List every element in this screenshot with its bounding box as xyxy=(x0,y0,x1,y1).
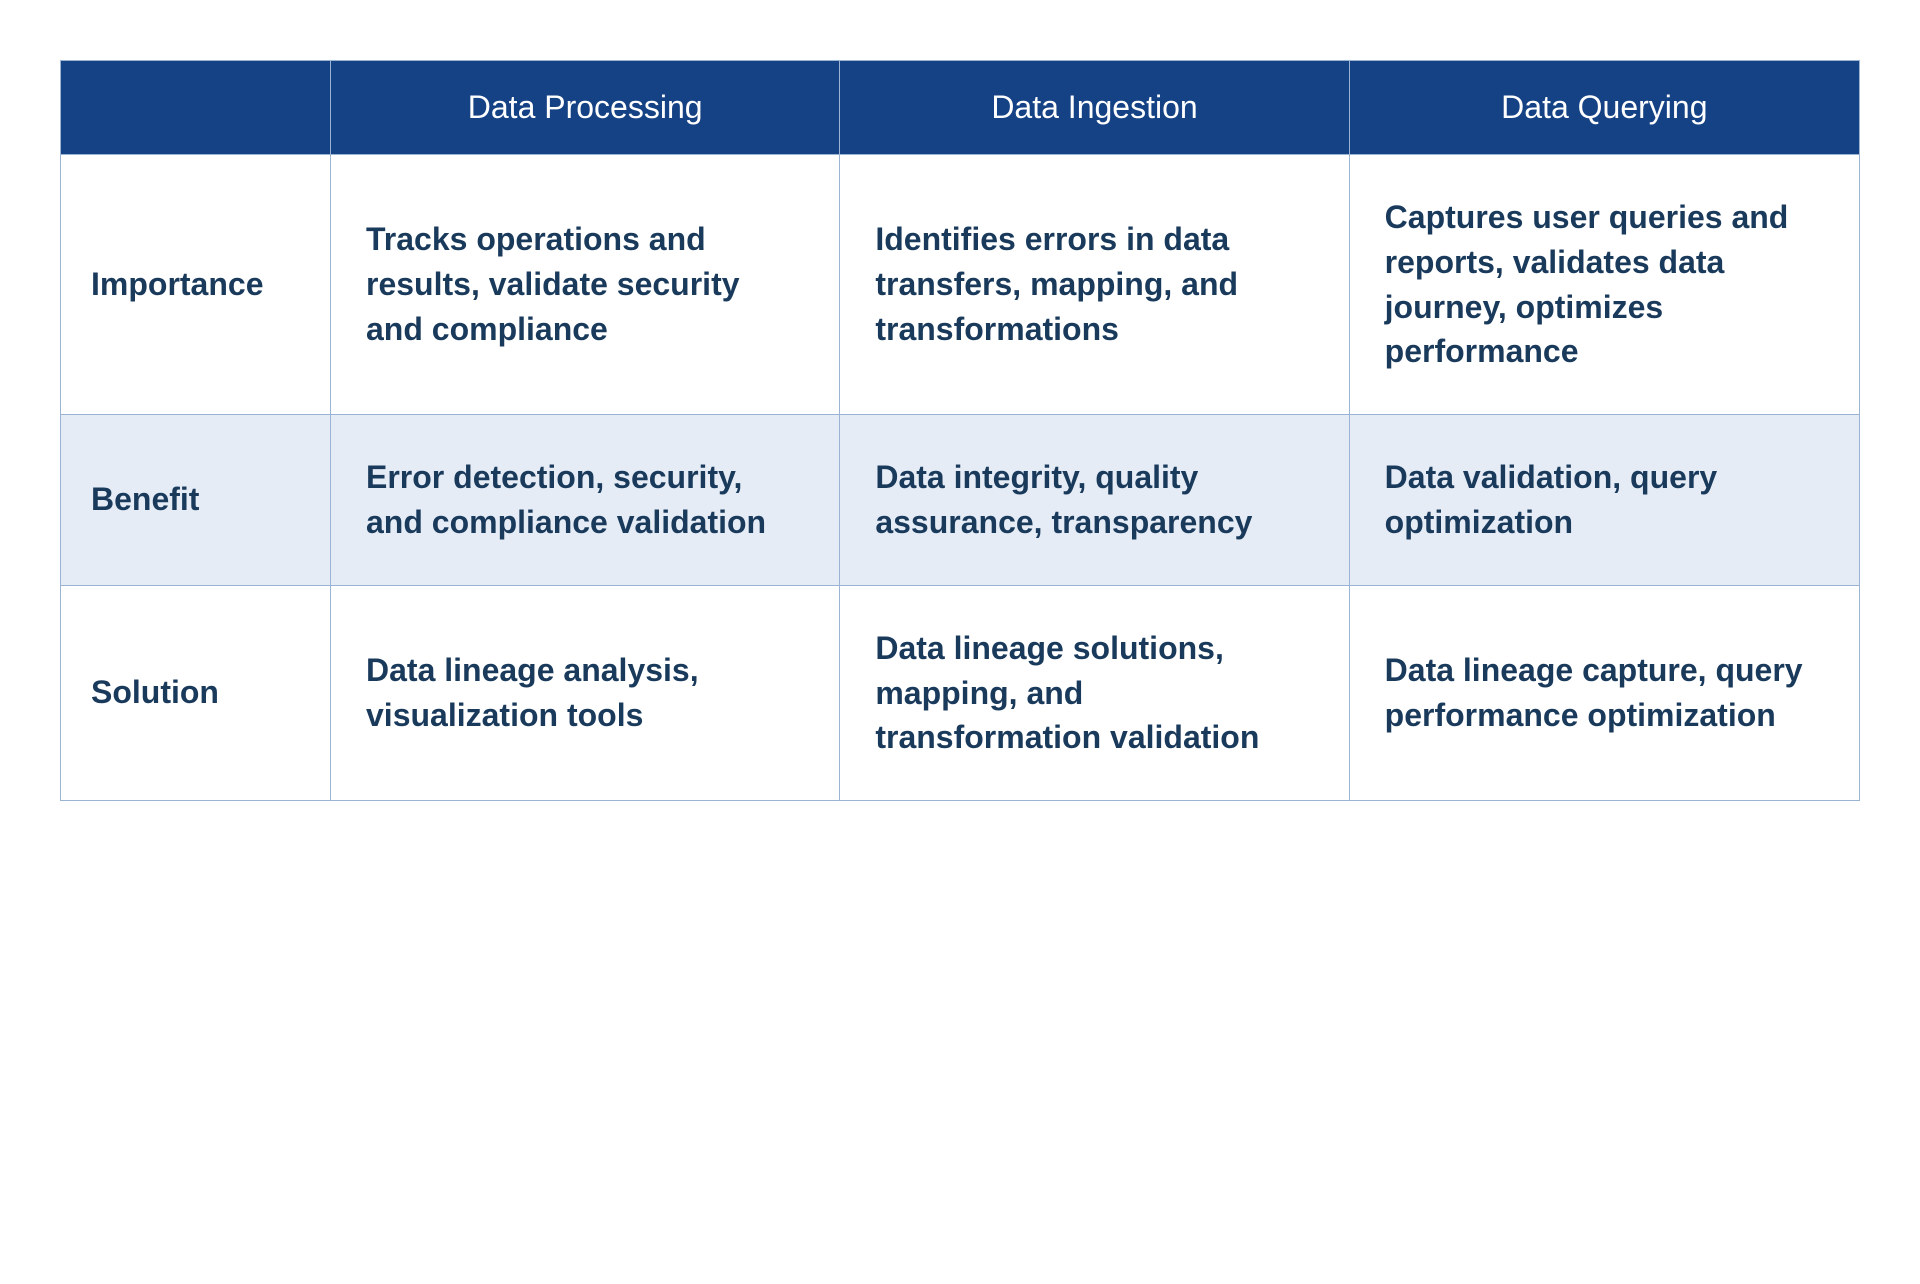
header-col-1: Data Processing xyxy=(331,61,840,154)
table-header-row: Data Processing Data Ingestion Data Quer… xyxy=(61,61,1859,154)
row-label-benefit: Benefit xyxy=(61,415,331,585)
cell-solution-querying: Data lineage capture, query performance … xyxy=(1350,586,1859,800)
header-empty-cell xyxy=(61,61,331,154)
cell-benefit-ingestion: Data integrity, quality assurance, trans… xyxy=(840,415,1349,585)
header-col-3: Data Querying xyxy=(1350,61,1859,154)
cell-importance-ingestion: Identifies errors in data transfers, map… xyxy=(840,155,1349,414)
comparison-table: Data Processing Data Ingestion Data Quer… xyxy=(60,60,1860,801)
cell-importance-querying: Captures user queries and reports, valid… xyxy=(1350,155,1859,414)
cell-solution-processing: Data lineage analysis, visualization too… xyxy=(331,586,840,800)
cell-benefit-processing: Error detection, security, and complianc… xyxy=(331,415,840,585)
table-row: Solution Data lineage analysis, visualiz… xyxy=(61,585,1859,800)
cell-importance-processing: Tracks operations and results, validate … xyxy=(331,155,840,414)
table-row: Benefit Error detection, security, and c… xyxy=(61,414,1859,585)
header-col-2: Data Ingestion xyxy=(840,61,1349,154)
row-label-importance: Importance xyxy=(61,155,331,414)
cell-benefit-querying: Data validation, query optimization xyxy=(1350,415,1859,585)
table-row: Importance Tracks operations and results… xyxy=(61,154,1859,414)
row-label-solution: Solution xyxy=(61,586,331,800)
cell-solution-ingestion: Data lineage solutions, mapping, and tra… xyxy=(840,586,1349,800)
